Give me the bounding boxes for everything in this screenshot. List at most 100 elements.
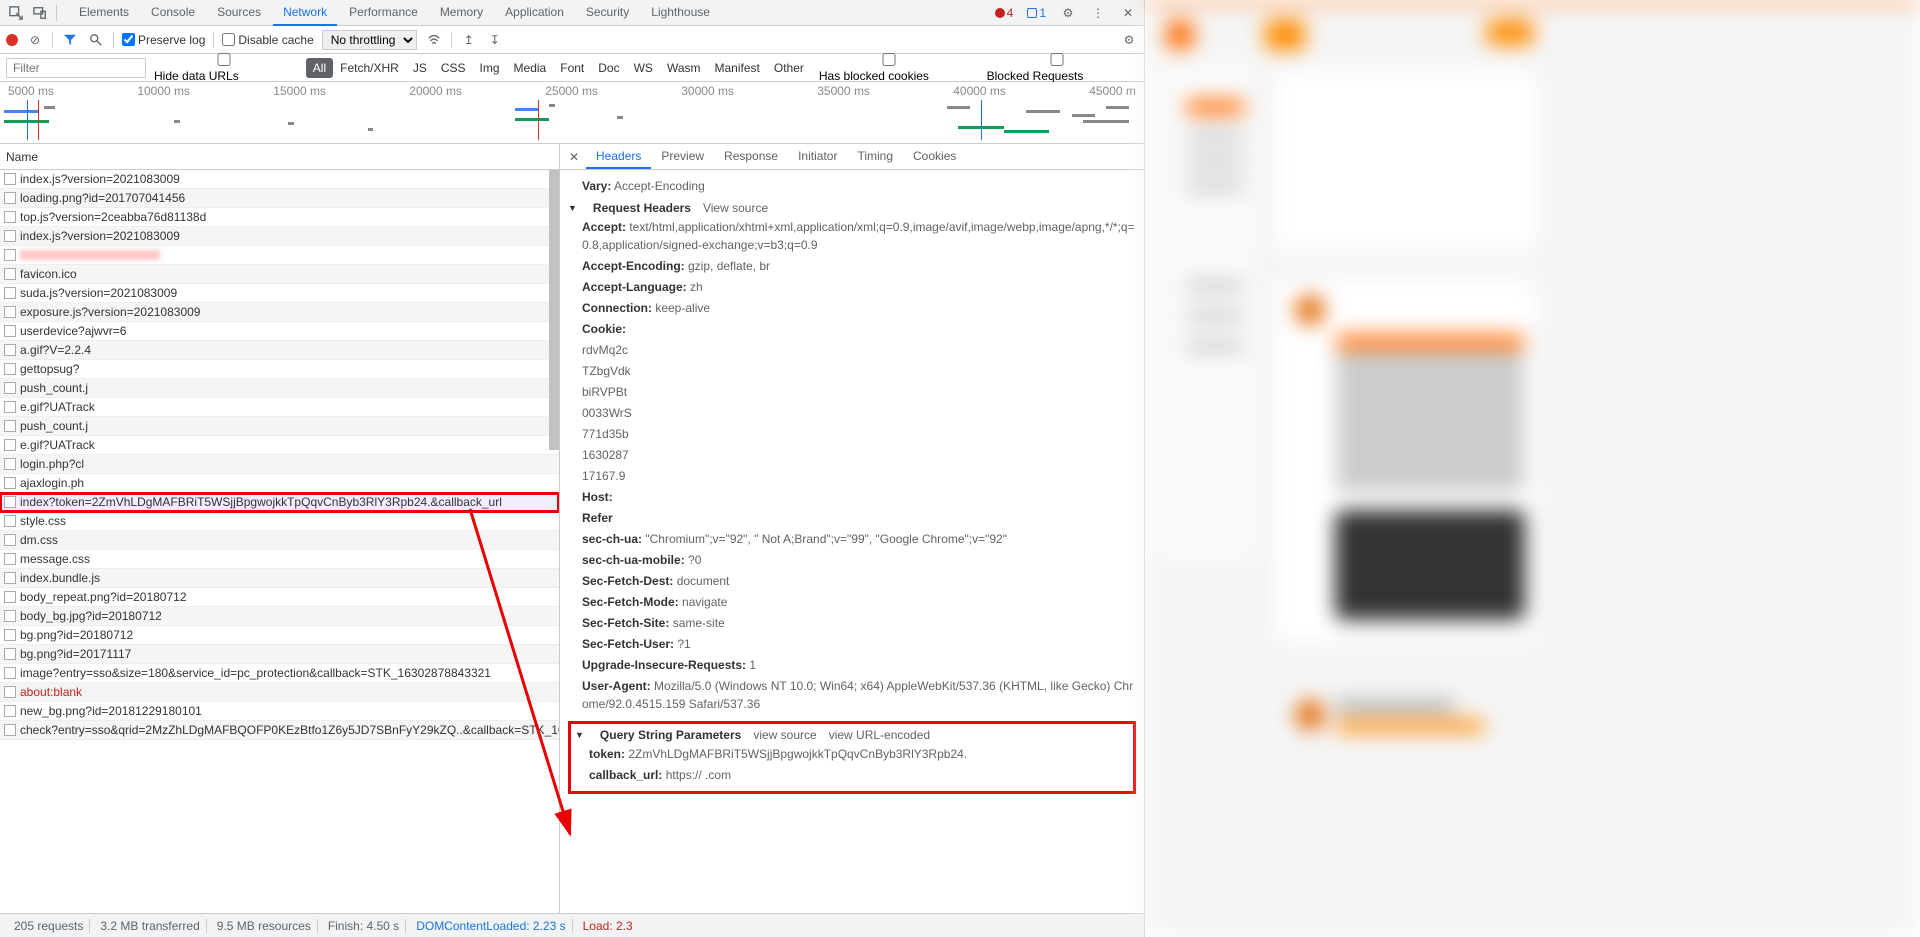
- header-line: Sec-Fetch-User: ?1: [582, 635, 1136, 653]
- wifi-icon[interactable]: [425, 31, 443, 49]
- detail-tab-headers[interactable]: Headers: [586, 145, 651, 169]
- filter-type-fetch-xhr[interactable]: Fetch/XHR: [333, 58, 406, 78]
- request-row[interactable]: index.js?version=2021083009: [0, 227, 559, 246]
- more-icon[interactable]: ⋮: [1086, 1, 1110, 25]
- file-icon: [4, 515, 16, 527]
- detail-tab-preview[interactable]: Preview: [651, 145, 714, 169]
- filter-type-font[interactable]: Font: [553, 58, 591, 78]
- request-row[interactable]: bg.png?id=20171117: [0, 645, 559, 664]
- filter-type-js[interactable]: JS: [406, 58, 434, 78]
- filter-type-wasm[interactable]: Wasm: [660, 58, 708, 78]
- request-row[interactable]: ajaxlogin.ph: [0, 474, 559, 493]
- settings-icon[interactable]: ⚙: [1056, 1, 1080, 25]
- clear-icon[interactable]: ⊘: [26, 31, 44, 49]
- filter-type-doc[interactable]: Doc: [591, 58, 626, 78]
- upload-icon[interactable]: ↥: [460, 31, 478, 49]
- detail-body[interactable]: Vary: Accept-Encoding Request Headers Vi…: [560, 170, 1144, 913]
- file-icon: [4, 496, 16, 508]
- request-row[interactable]: push_count.j: [0, 417, 559, 436]
- scrollbar-thumb[interactable]: [549, 170, 559, 450]
- request-row[interactable]: body_repeat.png?id=20180712: [0, 588, 559, 607]
- main-tab-console[interactable]: Console: [141, 0, 205, 26]
- request-row[interactable]: bg.png?id=20180712: [0, 626, 559, 645]
- request-row[interactable]: push_count.j: [0, 379, 559, 398]
- request-row[interactable]: exposure.js?version=2021083009: [0, 303, 559, 322]
- request-row[interactable]: index.bundle.js: [0, 569, 559, 588]
- filter-icon[interactable]: [61, 31, 79, 49]
- message-badge[interactable]: 1: [1023, 5, 1050, 21]
- filter-input[interactable]: [6, 58, 146, 78]
- filter-type-css[interactable]: CSS: [434, 58, 473, 78]
- request-row[interactable]: message.css: [0, 550, 559, 569]
- qsp-section-title[interactable]: Query String Parameters view source view…: [575, 728, 1129, 742]
- main-tab-network[interactable]: Network: [273, 0, 337, 26]
- request-row[interactable]: dm.css: [0, 531, 559, 550]
- filter-type-manifest[interactable]: Manifest: [708, 58, 767, 78]
- main-tab-security[interactable]: Security: [576, 0, 639, 26]
- error-badge[interactable]: 4: [991, 5, 1018, 21]
- main-tab-lighthouse[interactable]: Lighthouse: [641, 0, 720, 26]
- request-row[interactable]: image?entry=sso&size=180&service_id=pc_p…: [0, 664, 559, 683]
- request-row[interactable]: e.gif?UATrack: [0, 436, 559, 455]
- main-tab-elements[interactable]: Elements: [69, 0, 139, 26]
- inspect-icon[interactable]: [4, 1, 28, 25]
- close-icon[interactable]: ✕: [1116, 1, 1140, 25]
- device-toggle-icon[interactable]: [28, 1, 52, 25]
- request-row[interactable]: [0, 246, 559, 265]
- request-row[interactable]: body_bg.jpg?id=20180712: [0, 607, 559, 626]
- filter-type-img[interactable]: Img: [473, 58, 507, 78]
- search-icon[interactable]: [87, 31, 105, 49]
- main-tab-application[interactable]: Application: [495, 0, 574, 26]
- filter-type-media[interactable]: Media: [507, 58, 554, 78]
- hide-data-urls-checkbox[interactable]: Hide data URLs: [154, 53, 298, 83]
- qsp-view-url-encoded[interactable]: view URL-encoded: [829, 728, 930, 742]
- request-row[interactable]: index.js?version=2021083009: [0, 170, 559, 189]
- detail-tab-initiator[interactable]: Initiator: [788, 145, 847, 169]
- blocked-cookies-checkbox[interactable]: Has blocked cookies: [819, 53, 979, 83]
- throttling-select[interactable]: No throttling: [322, 30, 417, 50]
- network-settings-icon[interactable]: ⚙: [1120, 31, 1138, 49]
- request-row[interactable]: userdevice?ajwvr=6: [0, 322, 559, 341]
- preserve-log-checkbox[interactable]: Preserve log: [122, 33, 205, 47]
- detail-tabs: ✕ HeadersPreviewResponseInitiatorTimingC…: [560, 144, 1144, 170]
- qsp-view-source[interactable]: view source: [753, 728, 816, 742]
- name-column-header[interactable]: Name: [0, 144, 559, 170]
- main-tabs: ElementsConsoleSourcesNetworkPerformance…: [69, 0, 720, 26]
- main-tab-performance[interactable]: Performance: [339, 0, 428, 26]
- file-icon: [4, 211, 16, 223]
- disable-cache-checkbox[interactable]: Disable cache: [222, 33, 313, 47]
- request-row[interactable]: style.css: [0, 512, 559, 531]
- request-row[interactable]: top.js?version=2ceabba76d81138d: [0, 208, 559, 227]
- timeline-label: 30000 ms: [681, 84, 734, 98]
- qsp-param: callback_url: https:// .com: [589, 766, 1129, 784]
- request-row[interactable]: check?entry=sso&qrid=2MzZhLDgMAFBQOFP0KE…: [0, 721, 559, 740]
- request-row[interactable]: about:blank: [0, 683, 559, 702]
- request-row[interactable]: gettopsug?: [0, 360, 559, 379]
- request-row[interactable]: login.php?cl: [0, 455, 559, 474]
- view-source-link[interactable]: View source: [703, 201, 768, 215]
- detail-tab-response[interactable]: Response: [714, 145, 788, 169]
- main-tab-memory[interactable]: Memory: [430, 0, 493, 26]
- request-row[interactable]: index?token=2ZmVhLDgMAFBRiT5WSjjBpgwojkk…: [0, 493, 559, 512]
- filter-type-all[interactable]: All: [306, 58, 333, 78]
- request-name: suda.js?version=2021083009: [20, 286, 177, 300]
- blocked-requests-checkbox[interactable]: Blocked Requests: [987, 53, 1138, 83]
- request-row[interactable]: new_bg.png?id=20181229180101: [0, 702, 559, 721]
- filter-type-ws[interactable]: WS: [627, 58, 660, 78]
- request-row[interactable]: favicon.ico: [0, 265, 559, 284]
- main-tab-sources[interactable]: Sources: [207, 0, 271, 26]
- request-headers-section[interactable]: Request Headers View source: [568, 201, 1136, 215]
- request-row[interactable]: loading.png?id=201707041456: [0, 189, 559, 208]
- detail-tab-cookies[interactable]: Cookies: [903, 145, 966, 169]
- record-button[interactable]: [6, 34, 18, 46]
- file-icon: [4, 724, 16, 736]
- header-line: Accept: text/html,application/xhtml+xml,…: [582, 218, 1136, 254]
- timeline[interactable]: 5000 ms10000 ms15000 ms20000 ms25000 ms3…: [0, 82, 1144, 144]
- filter-type-other[interactable]: Other: [767, 58, 811, 78]
- detail-tab-timing[interactable]: Timing: [847, 145, 903, 169]
- download-icon[interactable]: ↧: [486, 31, 504, 49]
- request-row[interactable]: e.gif?UATrack: [0, 398, 559, 417]
- request-row[interactable]: a.gif?V=2.2.4: [0, 341, 559, 360]
- request-row[interactable]: suda.js?version=2021083009: [0, 284, 559, 303]
- close-detail-icon[interactable]: ✕: [564, 150, 584, 164]
